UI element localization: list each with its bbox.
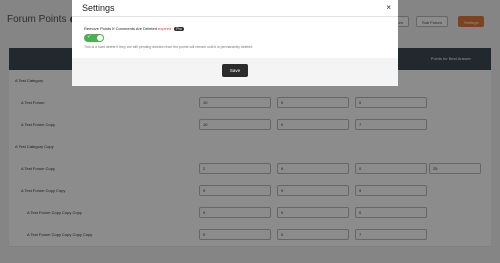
toggle-knob xyxy=(97,35,103,41)
option-label: Remove Points If Comments Are Deleted ex… xyxy=(84,26,184,31)
check-icon: ✓ xyxy=(87,34,92,40)
pro-badge: Pro xyxy=(174,27,184,31)
help-text: This is a hard delete if they are still … xyxy=(84,45,253,49)
settings-modal: Settings × Remove Points If Comments Are… xyxy=(72,0,398,86)
expired-label: expired xyxy=(158,26,172,31)
save-button[interactable]: Save xyxy=(222,64,248,77)
remove-points-toggle[interactable]: ✓ xyxy=(84,34,104,42)
close-icon[interactable]: × xyxy=(386,3,391,12)
modal-title: Settings xyxy=(82,3,115,13)
modal-footer: Save xyxy=(72,58,398,86)
divider xyxy=(72,16,398,17)
option-label-text: Remove Points If Comments Are Deleted xyxy=(84,26,157,31)
